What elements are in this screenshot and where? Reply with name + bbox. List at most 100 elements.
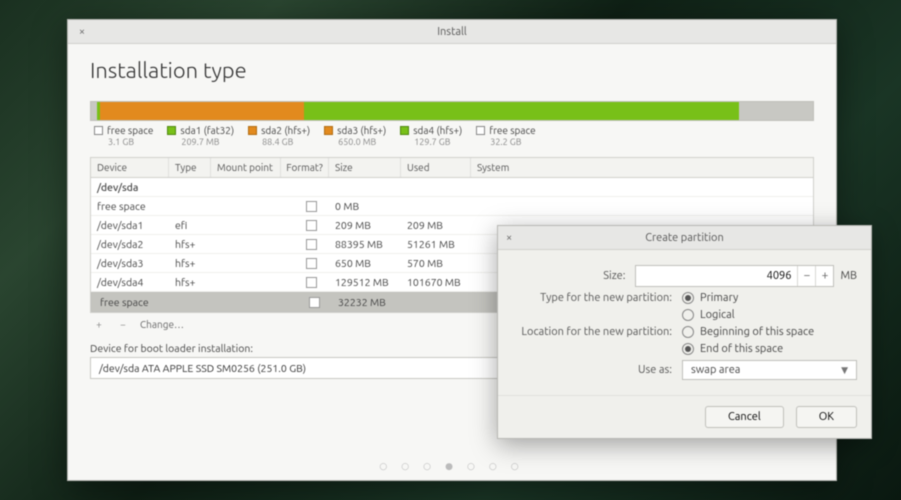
type-label: Type for the new partition: xyxy=(512,292,682,304)
legend-label: sda2 (hfs+) xyxy=(261,125,310,136)
size-unit: MB xyxy=(840,270,857,282)
format-checkbox[interactable] xyxy=(306,220,317,231)
cell-format xyxy=(287,220,335,231)
swatch-icon xyxy=(94,126,103,135)
cell-type: hfs+ xyxy=(175,257,217,269)
th-format[interactable]: Format? xyxy=(281,158,329,177)
th-used[interactable]: Used xyxy=(401,158,471,177)
ok-button[interactable]: OK xyxy=(796,406,857,428)
radio-begin[interactable] xyxy=(682,326,694,338)
seg-sda4 xyxy=(304,102,739,120)
format-checkbox[interactable] xyxy=(309,297,320,308)
dialog-close-icon[interactable]: × xyxy=(506,232,520,244)
radio-end-label: End of this space xyxy=(700,343,783,355)
seg-free2 xyxy=(739,102,813,120)
use-as-select[interactable]: swap area ▼ xyxy=(682,360,857,380)
legend-sub: 3.1 GB xyxy=(108,137,153,147)
legend-sub: 88.4 GB xyxy=(262,137,310,147)
swatch-icon xyxy=(248,126,257,135)
remove-partition-button[interactable]: − xyxy=(116,319,130,330)
table-header-row: Device Type Mount point Format? Size Use… xyxy=(91,158,813,178)
legend-label: sda3 (hfs+) xyxy=(337,125,386,136)
size-input[interactable] xyxy=(636,266,797,286)
cell-device: /dev/sda3 xyxy=(97,257,175,269)
page-title: Installation type xyxy=(90,58,814,83)
legend-item: sda1 (fat32)209.7 MB xyxy=(167,125,234,147)
cell-size: 32232 MB xyxy=(338,296,410,308)
cell-used: 101670 MB xyxy=(407,276,477,288)
cell-format xyxy=(287,277,335,288)
cell-used: 51261 MB xyxy=(407,238,477,250)
window-title: Install xyxy=(88,26,816,38)
legend-sub: 32.2 GB xyxy=(490,137,535,147)
dialog-body: Size: − + MB Type for the new partition:… xyxy=(498,250,871,395)
legend-label: free space xyxy=(489,125,535,136)
cell-size: 209 MB xyxy=(335,219,407,231)
th-mount[interactable]: Mount point xyxy=(211,158,281,177)
cell-size: 0 MB xyxy=(335,200,407,212)
cell-used: 570 MB xyxy=(407,257,477,269)
legend-label: sda4 (hfs+) xyxy=(413,125,462,136)
cell-type: efi xyxy=(175,219,217,231)
cell-format xyxy=(287,201,335,212)
radio-begin-label: Beginning of this space xyxy=(700,326,814,338)
seg-sda2 xyxy=(100,102,300,120)
cell-format xyxy=(287,258,335,269)
pager-dots: ○ ○ ○ ● ○ ○ ○ xyxy=(68,461,836,472)
size-increase-button[interactable]: + xyxy=(815,266,833,286)
cell-format xyxy=(290,297,338,308)
th-system[interactable]: System xyxy=(471,158,813,177)
th-type[interactable]: Type xyxy=(169,158,211,177)
cell-device: free space xyxy=(100,296,178,308)
radio-primary[interactable] xyxy=(682,292,694,304)
radio-end[interactable] xyxy=(682,343,694,355)
legend-sub: 129.7 GB xyxy=(414,137,462,147)
legend-sub: 209.7 MB xyxy=(181,137,234,147)
radio-logical[interactable] xyxy=(682,309,694,321)
chevron-down-icon: ▼ xyxy=(841,365,848,376)
cell-format xyxy=(287,239,335,250)
cell-device: /dev/sda4 xyxy=(97,276,175,288)
change-partition-button[interactable]: Change… xyxy=(140,319,184,330)
size-spinner[interactable]: − + xyxy=(635,265,834,287)
use-as-value: swap area xyxy=(691,364,740,376)
add-partition-button[interactable]: + xyxy=(92,319,106,330)
table-row[interactable]: /dev/sda xyxy=(91,178,813,197)
legend-item: sda2 (hfs+)88.4 GB xyxy=(248,125,310,147)
table-row[interactable]: free space0 MB xyxy=(91,197,813,216)
th-device[interactable]: Device xyxy=(91,158,169,177)
legend-label: free space xyxy=(107,125,153,136)
cell-size: 129512 MB xyxy=(335,276,407,288)
format-checkbox[interactable] xyxy=(306,258,317,269)
cell-type: hfs+ xyxy=(175,276,217,288)
use-as-label: Use as: xyxy=(512,364,682,376)
swatch-icon xyxy=(476,126,485,135)
cell-size: 88395 MB xyxy=(335,238,407,250)
legend-item: sda4 (hfs+)129.7 GB xyxy=(400,125,462,147)
size-decrease-button[interactable]: − xyxy=(797,266,815,286)
cell-device: /dev/sda xyxy=(97,181,175,193)
allocation-legend: free space3.1 GB sda1 (fat32)209.7 MB sd… xyxy=(90,121,814,157)
cell-device: /dev/sda1 xyxy=(97,219,175,231)
dialog-title: Create partition xyxy=(520,232,849,244)
bootloader-value: /dev/sda ATA APPLE SSD SM0256 (251.0 GB) xyxy=(99,362,306,374)
radio-primary-label: Primary xyxy=(700,292,738,304)
cell-used: 209 MB xyxy=(407,219,477,231)
format-checkbox[interactable] xyxy=(306,201,317,212)
format-checkbox[interactable] xyxy=(306,239,317,250)
th-size[interactable]: Size xyxy=(329,158,401,177)
legend-sub: 650.0 MB xyxy=(338,137,386,147)
legend-item: free space32.2 GB xyxy=(476,125,535,147)
location-label: Location for the new partition: xyxy=(512,326,682,338)
cell-device: /dev/sda2 xyxy=(97,238,175,250)
swatch-icon xyxy=(167,126,176,135)
radio-logical-label: Logical xyxy=(700,309,735,321)
dialog-titlebar: × Create partition xyxy=(498,226,871,250)
close-icon[interactable]: × xyxy=(76,26,88,38)
cell-size: 650 MB xyxy=(335,257,407,269)
format-checkbox[interactable] xyxy=(306,277,317,288)
cancel-button[interactable]: Cancel xyxy=(705,406,784,428)
swatch-icon xyxy=(324,126,333,135)
allocation-bar xyxy=(90,101,814,121)
titlebar: × Install xyxy=(68,20,836,44)
